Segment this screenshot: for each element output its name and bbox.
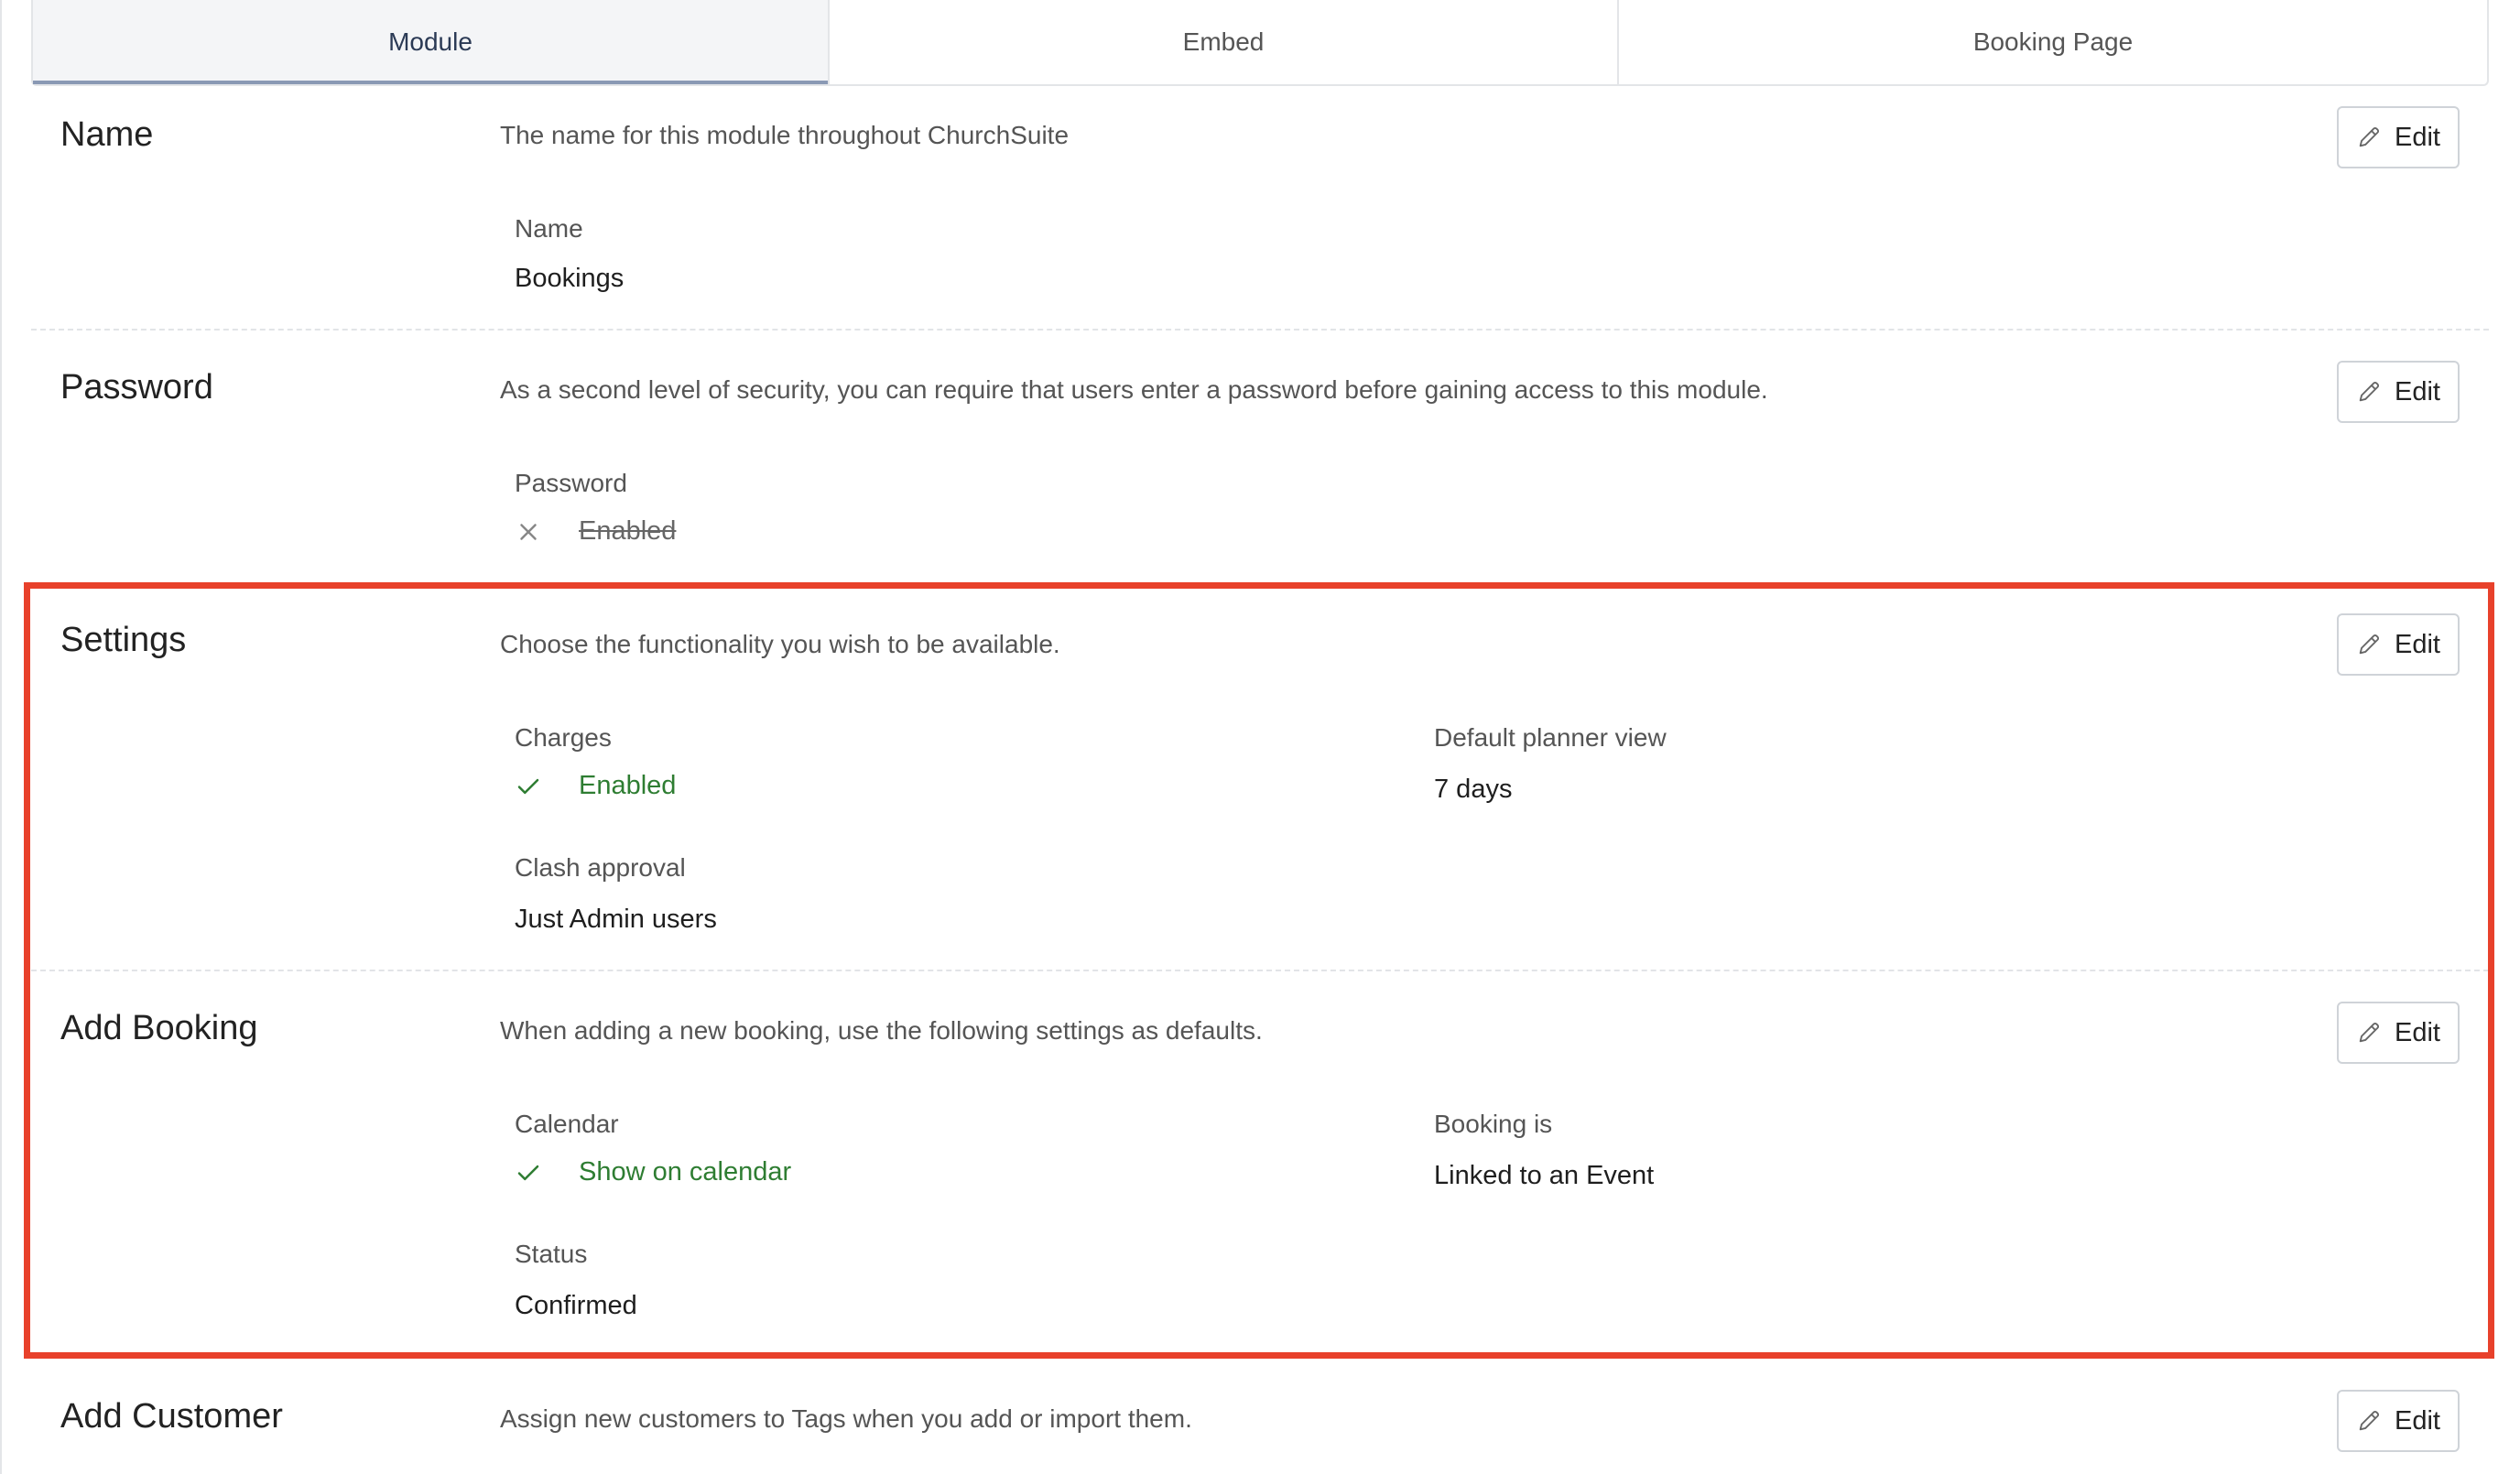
field-value-status: Confirmed	[515, 1291, 637, 1320]
tab-embed[interactable]: Embed	[830, 0, 1619, 84]
cross-icon	[520, 523, 537, 540]
edit-button-password[interactable]: Edit	[2337, 361, 2460, 423]
field-value: Bookings	[515, 264, 625, 293]
charges-status: Enabled	[515, 771, 676, 801]
edit-button-settings[interactable]: Edit	[2337, 613, 2460, 676]
edit-button-label: Edit	[2395, 629, 2440, 659]
check-icon	[517, 778, 539, 794]
edit-button-add-customer[interactable]: Edit	[2337, 1390, 2460, 1452]
field-value-booking-is: Linked to an Event	[1434, 1161, 1655, 1190]
field-label-charges: Charges	[515, 723, 612, 752]
section-description: Choose the functionality you wish to be …	[500, 630, 1060, 658]
pencil-icon	[2359, 1022, 2380, 1043]
edit-button-name[interactable]: Edit	[2337, 106, 2460, 168]
field-label: Name	[515, 214, 583, 243]
section-add-booking: Add Booking When adding a new booking, u…	[31, 970, 2489, 1359]
section-title: Add Customer	[60, 1397, 283, 1436]
edit-button-label: Edit	[2395, 122, 2440, 152]
section-name: Name The name for this module throughout…	[31, 86, 2489, 330]
field-label-planner: Default planner view	[1434, 723, 1667, 752]
tab-booking-page[interactable]: Booking Page	[1619, 0, 2487, 84]
section-description: As a second level of security, you can r…	[500, 375, 1768, 404]
field-label: Password	[515, 469, 627, 497]
section-description: The name for this module throughout Chur…	[500, 121, 1070, 149]
password-status: Enabled	[515, 516, 676, 547]
field-label-clash: Clash approval	[515, 853, 686, 882]
section-title: Password	[60, 368, 213, 406]
field-label-status: Status	[515, 1240, 588, 1268]
section-settings: Settings Choose the functionality you wi…	[31, 582, 2489, 970]
section-description: When adding a new booking, use the follo…	[500, 1016, 1263, 1045]
tab-module[interactable]: Module	[33, 0, 830, 84]
tab-bar: Module Embed Booking Page	[31, 0, 2489, 86]
field-value-clash: Just Admin users	[515, 905, 717, 934]
section-password: Password As a second level of security, …	[31, 330, 2489, 582]
pencil-icon	[2359, 1410, 2380, 1431]
pencil-icon	[2359, 634, 2380, 655]
calendar-status-text: Show on calendar	[579, 1157, 792, 1187]
module-settings-page: Module Embed Booking Page Name The name …	[0, 0, 2520, 1474]
check-icon	[517, 1165, 539, 1180]
pencil-icon	[2359, 126, 2380, 147]
section-description: Assign new customers to Tags when you ad…	[500, 1404, 1192, 1433]
password-status-text: Enabled	[579, 516, 677, 546]
section-add-customer: Add Customer Assign new customers to Tag…	[31, 1359, 2489, 1474]
field-label-booking-is: Booking is	[1434, 1110, 1553, 1138]
edit-button-label: Edit	[2395, 1017, 2440, 1047]
pencil-icon	[2359, 381, 2380, 402]
edit-button-label: Edit	[2395, 376, 2440, 406]
section-title: Name	[60, 115, 154, 154]
field-value-planner: 7 days	[1434, 775, 1513, 804]
edit-button-label: Edit	[2395, 1405, 2440, 1436]
section-title: Settings	[60, 621, 187, 659]
section-title: Add Booking	[60, 1009, 258, 1047]
charges-status-text: Enabled	[579, 771, 677, 800]
edit-button-add-booking[interactable]: Edit	[2337, 1002, 2460, 1064]
field-label-calendar: Calendar	[515, 1110, 619, 1138]
calendar-status: Show on calendar	[515, 1157, 791, 1187]
page-left-border	[0, 0, 2, 1474]
